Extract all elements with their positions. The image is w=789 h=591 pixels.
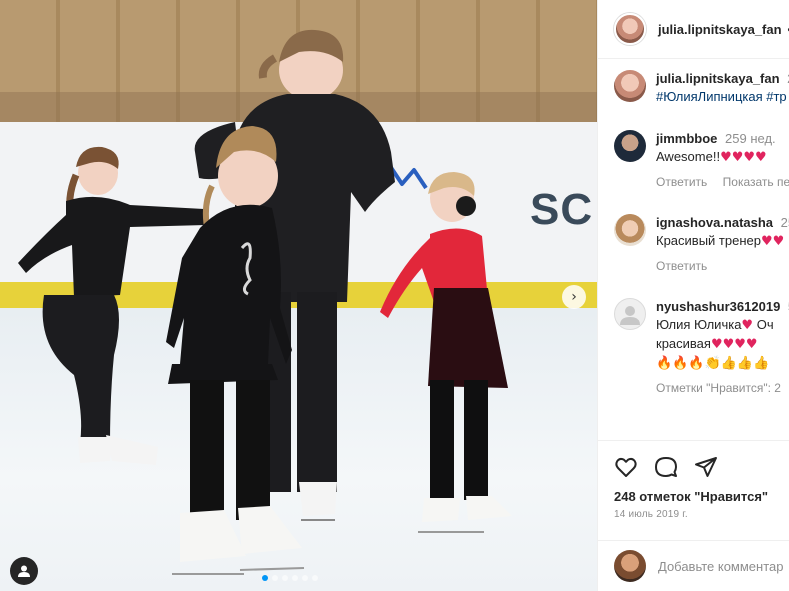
- caption-username[interactable]: julia.lipnitskaya_fan: [656, 71, 780, 86]
- current-user-avatar: [614, 550, 646, 582]
- default-avatar-icon: [620, 306, 640, 325]
- carousel-dot: [262, 575, 268, 581]
- author-username[interactable]: julia.lipnitskaya_fan: [658, 22, 782, 37]
- reply-button[interactable]: Ответить: [656, 175, 707, 189]
- heart-outline-icon[interactable]: [614, 455, 638, 479]
- comment-bubble-icon[interactable]: [654, 455, 678, 479]
- commenter-avatar-default[interactable]: [614, 298, 646, 330]
- comment-text: Красивый тренер: [656, 233, 761, 248]
- comment-time: 259 нед.: [725, 131, 776, 146]
- caption-author-avatar[interactable]: [614, 70, 646, 102]
- rink-board-text: SC: [530, 185, 594, 234]
- skater-girl-center: [166, 126, 305, 575]
- carousel-dot: [272, 575, 278, 581]
- comment-time: 25: [780, 215, 789, 230]
- commenter-username[interactable]: nyushashur3612019: [656, 299, 780, 314]
- post-photo[interactable]: SC ›: [0, 0, 597, 591]
- commenter-avatar[interactable]: [614, 130, 646, 162]
- heart-emoji: ♥♥♥♥: [720, 150, 767, 165]
- tagged-people-button[interactable]: [10, 557, 38, 585]
- clap-emoji: 👏👍👍👍: [704, 356, 770, 371]
- carousel-indicator: [262, 575, 318, 581]
- next-slide-button[interactable]: ›: [562, 285, 586, 309]
- photo-scene: SC: [0, 0, 597, 591]
- comment-list: julia.lipnitskaya_fan 2 #ЮлияЛипницкая #…: [598, 60, 789, 440]
- carousel-dot: [302, 575, 308, 581]
- comment-text-tail: Оч: [756, 317, 774, 332]
- post-header: julia.lipnitskaya_fan •: [598, 0, 789, 59]
- carousel-dot: [282, 575, 288, 581]
- reply-button[interactable]: Ответить: [656, 259, 707, 273]
- comment-text: Awesome!!: [656, 149, 721, 164]
- heart-emoji: ♥♥: [760, 234, 785, 249]
- comment-likes[interactable]: Отметки "Нравится": 2: [656, 381, 781, 395]
- add-comment-input[interactable]: Добавьте комментар: [658, 559, 784, 574]
- post-date: 14 июль 2019 г.: [614, 509, 688, 520]
- show-translation-button[interactable]: Показать пер: [723, 175, 789, 189]
- commenter-avatar[interactable]: [614, 214, 646, 246]
- post-actions: 248 отметок "Нравится" 14 июль 2019 г.: [598, 440, 789, 532]
- heart-emoji: ♥♥♥♥: [710, 337, 758, 352]
- comment-text: Юлия Юличка: [656, 317, 742, 332]
- post-side-panel: julia.lipnitskaya_fan • julia.lipnitskay…: [597, 0, 789, 591]
- comment-item: nyushashur3612019 5 Юлия Юличка♥ Оч крас…: [614, 298, 789, 395]
- author-avatar[interactable]: [614, 13, 646, 45]
- carousel-dot: [292, 575, 298, 581]
- paper-plane-icon[interactable]: [694, 455, 718, 479]
- person-tag-icon: [18, 565, 30, 577]
- comment-text-line2: красивая: [656, 336, 711, 351]
- fire-emoji: 🔥🔥🔥: [656, 356, 705, 371]
- comment-item: jimmbboe 259 нед. Awesome!!♥♥♥♥ Ответить…: [614, 130, 789, 189]
- like-count[interactable]: 248 отметок "Нравится": [614, 489, 768, 504]
- commenter-username[interactable]: ignashova.natasha: [656, 215, 773, 230]
- post-caption: julia.lipnitskaya_fan 2 #ЮлияЛипницкая #…: [614, 70, 789, 106]
- caption-hashtags[interactable]: #ЮлияЛипницкая #тр: [656, 88, 789, 106]
- skater-girl-right: [380, 172, 512, 533]
- add-comment-bar: Добавьте комментар: [598, 540, 789, 591]
- carousel-dot: [312, 575, 318, 581]
- commenter-username[interactable]: jimmbboe: [656, 131, 717, 146]
- comment-item: ignashova.natasha 25 Красивый тренер♥♥ О…: [614, 214, 789, 273]
- heart-emoji: ♥: [741, 318, 754, 333]
